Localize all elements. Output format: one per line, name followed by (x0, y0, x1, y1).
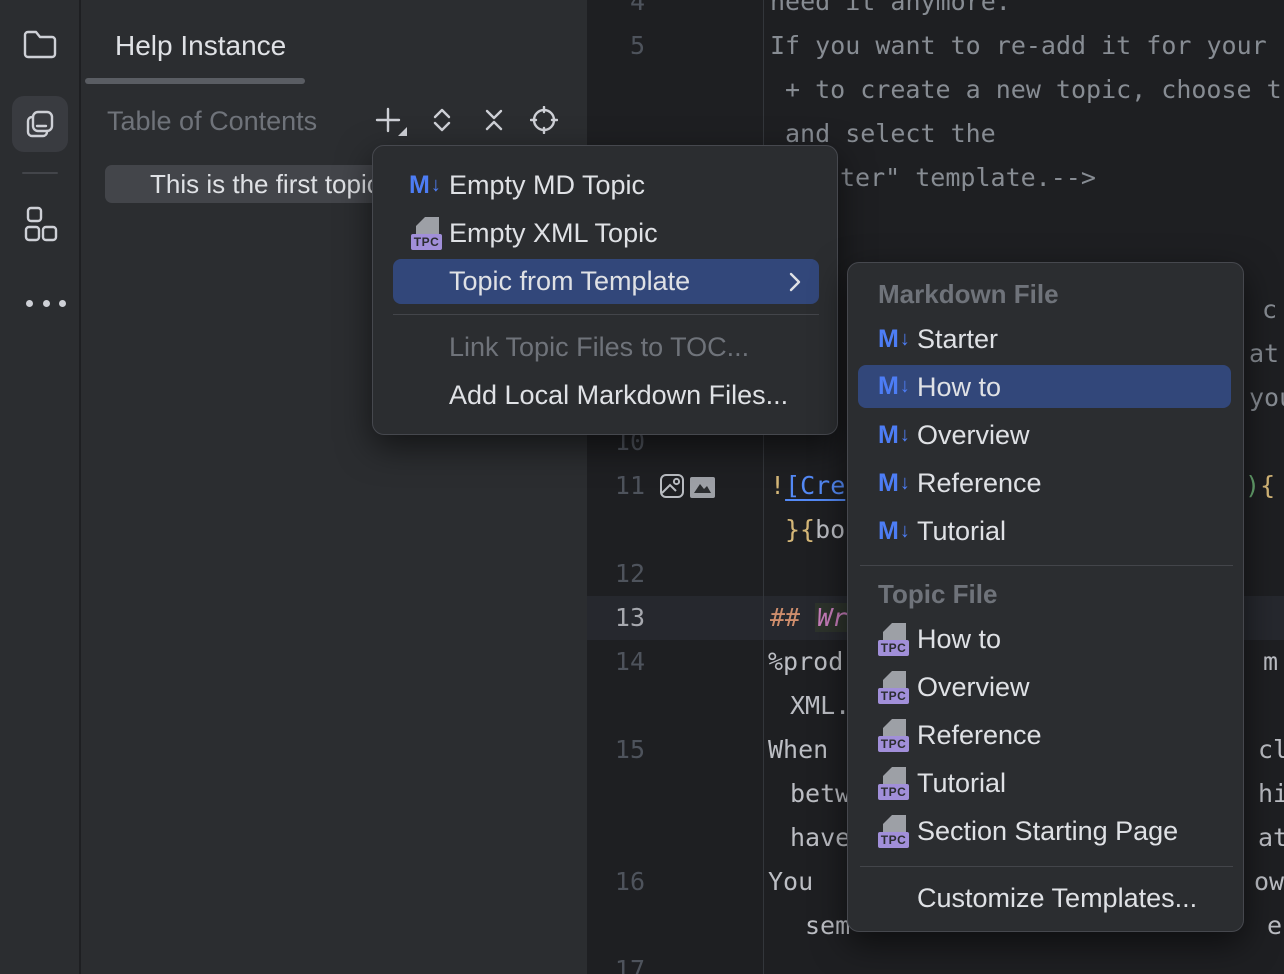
line-number: 5 (587, 24, 645, 68)
tool-window-tab[interactable]: Help Instance (115, 26, 286, 66)
submenu-item-reference-topic[interactable]: Reference (917, 713, 1042, 757)
menu-item-empty-xml-topic[interactable]: Empty XML Topic (449, 211, 658, 255)
collapse-all-button[interactable] (480, 106, 508, 134)
code-line-11-end: ){ (1245, 464, 1275, 508)
submenu-item-label: How to (917, 365, 1001, 409)
code-text: his (1258, 772, 1284, 816)
topic-file-icon: TPC (878, 671, 909, 704)
code-text: XML. (790, 684, 850, 728)
code-line-11: ![Cre (770, 464, 845, 508)
submenu-item-section-starting-page[interactable]: Section Starting Page (917, 809, 1178, 853)
locate-button[interactable] (530, 106, 558, 134)
line-number: 17 (587, 948, 645, 974)
image-preview-outline-icon[interactable] (659, 473, 685, 499)
code-text: ter" template.--> (840, 156, 1096, 200)
submenu-section-header: Topic File (878, 572, 997, 616)
tool-window-stripe (0, 0, 80, 974)
markdown-file-icon: M↓ (409, 163, 449, 207)
code-text: m (1263, 640, 1278, 684)
md-heading-hash: ## (770, 603, 800, 632)
code-text: betw (790, 772, 850, 816)
brace: { (1260, 471, 1275, 500)
submenu-item-starter[interactable]: Starter (917, 317, 998, 361)
submenu-item-tutorial-topic[interactable]: Tutorial (917, 761, 1006, 805)
code-text: When (768, 728, 828, 772)
markdown-file-icon: M↓ (878, 365, 918, 408)
line-number: 16 (587, 860, 645, 904)
markdown-file-icon: M↓ (878, 317, 918, 361)
paren: ) (1245, 471, 1260, 500)
code-line-13: ## Wr (770, 596, 849, 640)
markdown-file-icon: M↓ (878, 509, 918, 553)
menu-separator (860, 565, 1233, 566)
submenu-item-customize-templates[interactable]: Customize Templates... (917, 876, 1197, 920)
line-number: 14 (587, 640, 645, 684)
code-text: e (1267, 904, 1282, 948)
menu-separator (860, 866, 1233, 867)
code-text: If you want to re-add it for your (770, 24, 1267, 68)
menu-item-label: Topic from Template (449, 259, 690, 303)
topic-file-icon: TPC (878, 815, 909, 848)
code-text: at (1249, 332, 1279, 376)
code-text: at (1258, 816, 1284, 860)
tab-underline (85, 78, 305, 84)
submenu-item-tutorial-md[interactable]: Tutorial (917, 509, 1006, 553)
submenu-item-how-to-selected[interactable]: M↓ How to (858, 365, 1231, 408)
submenu-item-overview-topic[interactable]: Overview (917, 665, 1030, 709)
line-number: 4 (587, 0, 645, 24)
menu-separator (393, 314, 819, 315)
stripe-divider (22, 172, 58, 174)
md-heading-text: Wr (815, 603, 849, 632)
code-line-11-wrap: }{bo (785, 508, 845, 552)
submenu-arrow-icon (789, 272, 801, 292)
code-text: have (790, 816, 850, 860)
topic-from-template-submenu: Markdown File M↓ Starter M↓ How to M↓ Ov… (847, 262, 1244, 932)
add-dropdown-arrow-icon (398, 127, 407, 136)
more-icon[interactable] (26, 300, 66, 307)
submenu-section-header: Markdown File (878, 272, 1059, 316)
submenu-item-how-to-topic[interactable]: How to (917, 617, 1001, 661)
menu-item-empty-md-topic[interactable]: Empty MD Topic (449, 163, 645, 207)
md-link: [Cre (785, 471, 845, 500)
braces: }{ (785, 515, 815, 544)
menu-item-link-topic-files: Link Topic Files to TOC... (449, 325, 749, 369)
toc-panel-title: Table of Contents (107, 103, 317, 139)
structure-icon[interactable] (24, 206, 58, 246)
line-number-current: 13 (587, 596, 645, 640)
menu-item-add-local-markdown[interactable]: Add Local Markdown Files... (449, 373, 788, 417)
markdown-file-icon: M↓ (878, 461, 918, 505)
submenu-item-overview-md[interactable]: Overview (917, 413, 1030, 457)
topic-file-icon: TPC (878, 719, 909, 752)
menu-item-topic-from-template[interactable]: Topic from Template (393, 259, 819, 304)
topic-file-icon: TPC (878, 623, 909, 656)
code-text: You (768, 860, 813, 904)
code-text: sem (805, 904, 850, 948)
code-text: + to create a new topic, choose th (785, 68, 1284, 112)
md-image-bang: ! (770, 471, 785, 500)
code-text: %prod (768, 640, 843, 684)
markdown-file-icon: M↓ (878, 413, 918, 457)
code-text: ow (1254, 860, 1284, 904)
code-text: need it anymore. (770, 0, 1011, 24)
ide-window: 4 5 10 11 12 13 14 15 16 17 need it anym… (0, 0, 1284, 974)
word: bo (815, 515, 845, 544)
topic-file-icon: TPC (878, 767, 909, 800)
code-text: you (1249, 376, 1284, 420)
line-number: 12 (587, 552, 645, 596)
code-text: cl (1258, 728, 1284, 772)
add-topic-menu: M↓ Empty MD Topic TPC Empty XML Topic To… (372, 145, 838, 435)
topic-file-icon: TPC (411, 217, 442, 250)
expand-all-button[interactable] (428, 106, 456, 134)
submenu-item-reference-md[interactable]: Reference (917, 461, 1042, 505)
line-number: 11 (587, 464, 645, 508)
help-instance-tool-button[interactable] (12, 96, 68, 152)
folder-icon[interactable] (22, 28, 58, 60)
code-text: c (1262, 288, 1277, 332)
image-preview-filled-icon[interactable] (690, 477, 715, 498)
editor-copies-icon (24, 108, 56, 140)
line-number: 15 (587, 728, 645, 772)
toc-item-label: This is the first topic (150, 165, 380, 203)
